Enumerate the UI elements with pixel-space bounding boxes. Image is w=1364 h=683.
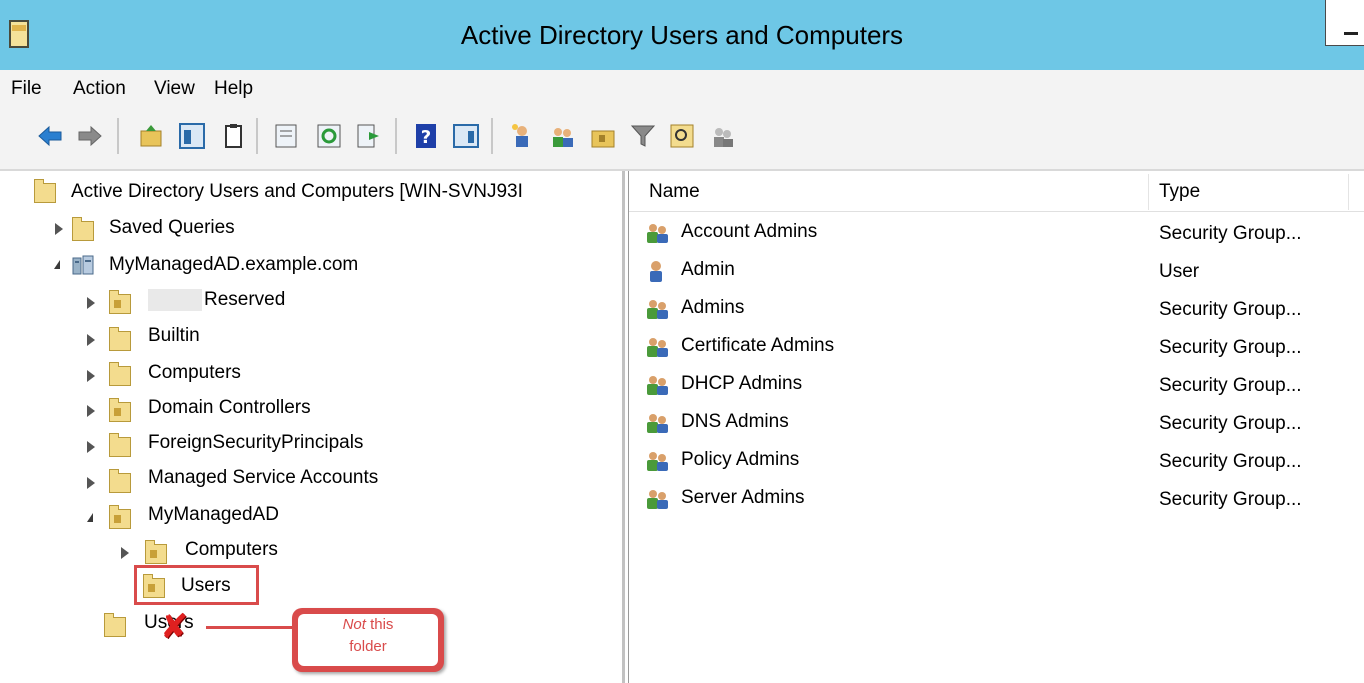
list-item-name[interactable]: Admins <box>681 297 744 319</box>
folder-icon <box>72 217 94 241</box>
add-to-group-icon[interactable] <box>708 122 736 150</box>
toolbar-separator <box>395 118 397 154</box>
tree-item-computers[interactable]: Computers <box>148 362 241 384</box>
tree-root-label[interactable]: Active Directory Users and Computers [WI… <box>71 181 523 203</box>
callout-emphasis: Not <box>342 616 366 633</box>
find-icon[interactable] <box>668 122 696 150</box>
list-item-type: User <box>1159 261 1200 282</box>
folder-icon <box>109 469 131 493</box>
expander-icon[interactable] <box>87 477 95 489</box>
minimize-button[interactable] <box>1325 0 1364 46</box>
svg-text:?: ? <box>421 127 431 148</box>
tree-item-mymanagedad-computers[interactable]: Computers <box>185 539 278 561</box>
group-icon <box>644 298 670 320</box>
tree-item-builtin[interactable]: Builtin <box>148 325 200 347</box>
tree-item-domain-controllers[interactable]: Domain Controllers <box>148 397 311 419</box>
tree-item-mymanagedad[interactable]: MyManagedAD <box>148 504 279 526</box>
tree-item-managed-service-accounts[interactable]: Managed Service Accounts <box>148 467 378 489</box>
toolbar-separator <box>256 118 258 154</box>
expander-icon[interactable] <box>87 334 95 346</box>
group-icon <box>644 412 670 434</box>
expander-icon[interactable] <box>87 405 95 417</box>
list-item-name[interactable]: DHCP Admins <box>681 373 802 395</box>
expander-icon[interactable] <box>87 297 95 309</box>
column-header-type[interactable]: Type <box>1159 181 1200 203</box>
filter-icon[interactable] <box>629 122 657 150</box>
up-folder-icon[interactable] <box>137 122 165 150</box>
root-snapin-icon <box>34 179 56 203</box>
list-item-name[interactable]: Server Admins <box>681 487 805 509</box>
list-item-type: Security Group... <box>1159 413 1302 434</box>
menu-help[interactable]: Help <box>214 78 253 100</box>
ou-folder-icon <box>109 398 131 422</box>
ou-folder-icon <box>145 540 167 564</box>
list-item-type: Security Group... <box>1159 375 1302 396</box>
collapse-icon[interactable] <box>54 260 60 269</box>
list-item-type: Security Group... <box>1159 223 1302 244</box>
toggle-pane-icon[interactable] <box>452 122 480 150</box>
ou-folder-icon <box>109 505 131 529</box>
redacted-text <box>148 289 202 311</box>
list-item-name[interactable]: Admin <box>681 259 735 281</box>
refresh-icon[interactable] <box>315 122 343 150</box>
expander-icon[interactable] <box>87 370 95 382</box>
clipboard-icon[interactable] <box>219 122 247 150</box>
group-icon <box>644 450 670 472</box>
menu-view[interactable]: View <box>154 78 195 100</box>
folder-icon <box>104 613 126 637</box>
tree-pane[interactable] <box>0 171 625 683</box>
collapse-icon[interactable] <box>87 513 93 522</box>
column-divider[interactable] <box>1348 174 1349 210</box>
tree-item-reserved[interactable]: Reserved <box>204 289 285 311</box>
expander-icon[interactable] <box>121 547 129 559</box>
tree-item-domain[interactable]: MyManagedAD.example.com <box>109 254 358 276</box>
callout-note: Not this folder <box>298 614 438 666</box>
show-tree-icon[interactable] <box>178 122 206 150</box>
list-item-type: Security Group... <box>1159 489 1302 510</box>
tree-item-saved-queries[interactable]: Saved Queries <box>109 217 235 239</box>
list-item-type: Security Group... <box>1159 451 1302 472</box>
column-header-name[interactable]: Name <box>649 181 700 203</box>
forward-arrow-icon[interactable] <box>76 122 104 150</box>
back-arrow-icon[interactable] <box>36 122 64 150</box>
ou-folder-icon <box>109 290 131 314</box>
toolbar-separator <box>117 118 119 154</box>
folder-icon <box>109 433 131 457</box>
expander-icon[interactable] <box>55 223 63 235</box>
folder-icon <box>109 327 131 351</box>
menu-action[interactable]: Action <box>73 78 126 100</box>
list-item-type: Security Group... <box>1159 337 1302 358</box>
toolbar-separator <box>491 118 493 154</box>
export-list-icon[interactable] <box>355 122 383 150</box>
column-divider[interactable] <box>1148 174 1149 210</box>
list-item-name[interactable]: Account Admins <box>681 221 817 243</box>
window-title: Active Directory Users and Computers <box>460 20 904 50</box>
list-item-type: Security Group... <box>1159 299 1302 320</box>
folder-icon <box>109 362 131 386</box>
list-item-name[interactable]: Certificate Admins <box>681 335 834 357</box>
group-icon <box>644 488 670 510</box>
tree-item-foreign-security-principals[interactable]: ForeignSecurityPrincipals <box>148 432 363 454</box>
new-group-icon[interactable] <box>548 122 576 150</box>
group-icon <box>644 374 670 396</box>
group-icon <box>644 222 670 244</box>
menu-bar <box>0 70 1364 109</box>
list-item-name[interactable]: Policy Admins <box>681 449 799 471</box>
properties-icon[interactable] <box>272 122 300 150</box>
expander-icon[interactable] <box>87 441 95 453</box>
highlight-box <box>134 565 259 605</box>
list-item-name[interactable]: DNS Admins <box>681 411 789 433</box>
user-icon <box>644 260 670 282</box>
cross-mark-icon: ✘ <box>160 607 189 647</box>
new-ou-icon[interactable] <box>589 122 617 150</box>
callout-pointer <box>206 626 298 629</box>
list-header <box>629 173 1364 212</box>
callout-text-line2: folder <box>349 638 387 655</box>
callout-text: this <box>365 616 394 633</box>
menu-file[interactable]: File <box>11 78 42 100</box>
help-icon[interactable]: ? <box>412 122 440 150</box>
group-icon <box>644 336 670 358</box>
domain-icon <box>72 255 94 275</box>
new-user-icon[interactable] <box>508 122 536 150</box>
